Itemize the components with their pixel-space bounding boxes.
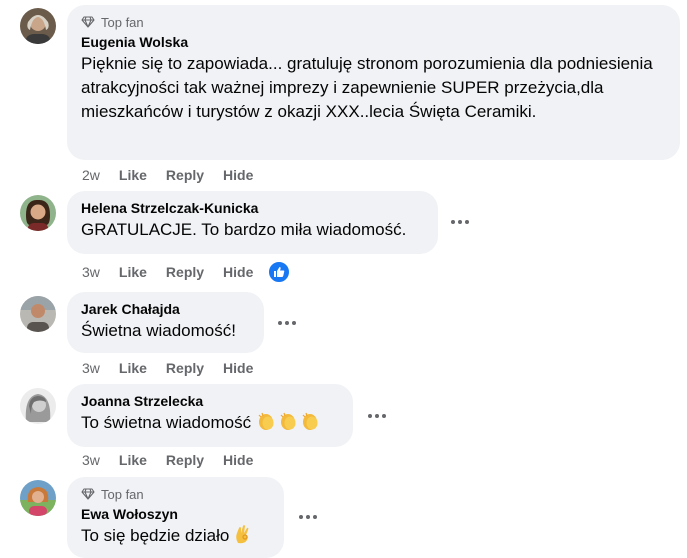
more-icon	[368, 414, 386, 418]
comment-author[interactable]: Joanna Strzelecka	[81, 392, 339, 411]
avatar[interactable]	[20, 195, 56, 231]
comment-actions: 3w Like Reply Hide	[82, 450, 272, 470]
top-fan-badge: Top fan	[81, 13, 666, 31]
like-button[interactable]: Like	[119, 360, 147, 376]
timestamp[interactable]: 3w	[82, 264, 100, 280]
comment-bubble: Jarek Chałajda Świetna wiadomość!	[67, 292, 264, 353]
clapping-hands-emoji	[256, 411, 322, 438]
more-icon	[278, 321, 296, 325]
reply-button[interactable]: Reply	[166, 452, 204, 468]
comment-text: To się będzie działo	[81, 526, 230, 545]
avatar[interactable]	[20, 388, 56, 424]
like-button[interactable]: Like	[119, 264, 147, 280]
comment-bubble: Top fan Ewa Wołoszyn To się będzie dział…	[67, 477, 284, 558]
reply-button[interactable]: Reply	[166, 360, 204, 376]
timestamp[interactable]: 3w	[82, 452, 100, 468]
badge-label: Top fan	[101, 14, 144, 30]
comment-author[interactable]: Jarek Chałajda	[81, 300, 250, 319]
comment-text-row: To się będzie działo	[81, 524, 270, 551]
comment-bubble: Top fan Eugenia Wolska Pięknie się to za…	[67, 5, 680, 160]
comment-text: To świetna wiadomość	[81, 413, 252, 432]
top-fan-badge: Top fan	[81, 485, 270, 503]
avatar[interactable]	[20, 296, 56, 332]
more-options-button[interactable]	[294, 503, 322, 531]
more-icon	[299, 515, 317, 519]
comment-bubble: Joanna Strzelecka To świetna wiadomość	[67, 384, 353, 447]
comment-text: Świetna wiadomość!	[81, 321, 236, 340]
comment-actions: 3w Like Reply Hide	[82, 261, 309, 283]
comment-text-row: To świetna wiadomość	[81, 411, 339, 438]
comment-author[interactable]: Eugenia Wolska	[81, 33, 666, 52]
comment-actions: 3w Like Reply Hide	[82, 358, 272, 378]
more-options-button[interactable]	[446, 208, 474, 236]
reply-button[interactable]: Reply	[166, 167, 204, 183]
comment-bubble: Helena Strzelczak-Kunicka GRATULACJE. To…	[67, 191, 438, 254]
comment-author[interactable]: Helena Strzelczak-Kunicka	[81, 199, 424, 218]
avatar[interactable]	[20, 480, 56, 516]
ok-hand-emoji	[234, 524, 252, 551]
like-button[interactable]: Like	[119, 452, 147, 468]
hide-button[interactable]: Hide	[223, 360, 253, 376]
hide-button[interactable]: Hide	[223, 264, 253, 280]
like-reaction-icon[interactable]	[268, 261, 291, 283]
hide-button[interactable]: Hide	[223, 167, 253, 183]
more-options-button[interactable]	[273, 309, 301, 337]
more-icon	[451, 220, 469, 224]
comment-author[interactable]: Ewa Wołoszyn	[81, 505, 270, 524]
more-options-button[interactable]	[363, 402, 391, 430]
comment-text: GRATULACJE. To bardzo miła wiadomość.	[81, 220, 407, 239]
badge-label: Top fan	[101, 486, 144, 502]
like-button[interactable]: Like	[119, 167, 147, 183]
timestamp[interactable]: 3w	[82, 360, 100, 376]
reply-button[interactable]: Reply	[166, 264, 204, 280]
diamond-icon	[81, 16, 95, 28]
avatar[interactable]	[20, 8, 56, 44]
diamond-icon	[81, 488, 95, 500]
hide-button[interactable]: Hide	[223, 452, 253, 468]
comment-actions: 2w Like Reply Hide	[82, 165, 272, 185]
timestamp[interactable]: 2w	[82, 167, 100, 183]
comment-text: Pięknie się to zapowiada... gratuluję st…	[81, 54, 653, 121]
